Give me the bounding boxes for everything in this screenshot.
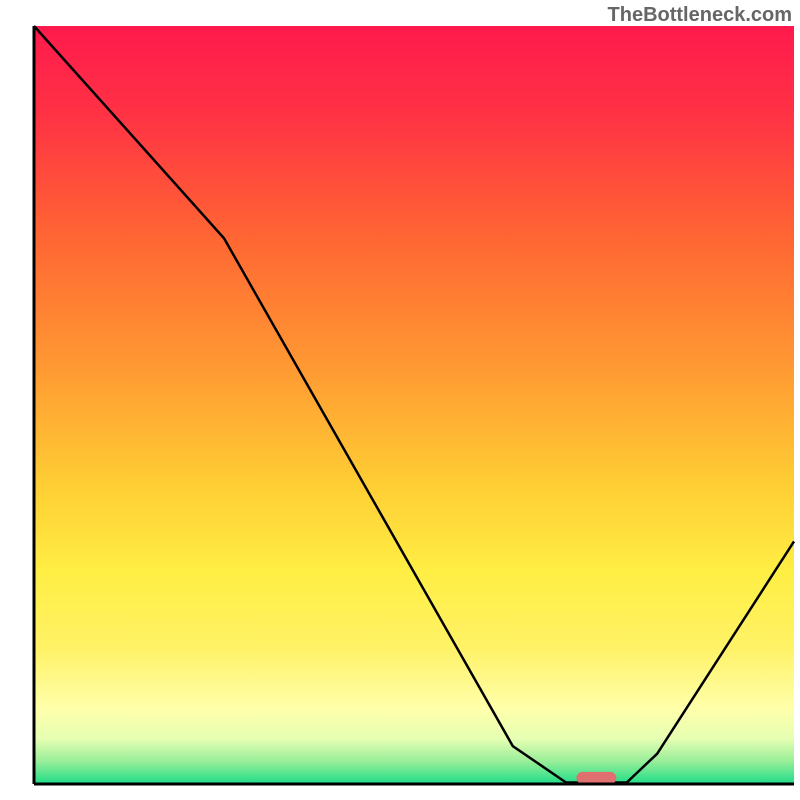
watermark-text: TheBottleneck.com <box>608 4 792 27</box>
chart-container: TheBottleneck.com <box>0 0 800 800</box>
chart-svg <box>0 0 800 800</box>
optimal-marker <box>576 772 616 784</box>
plot-background <box>34 26 794 784</box>
